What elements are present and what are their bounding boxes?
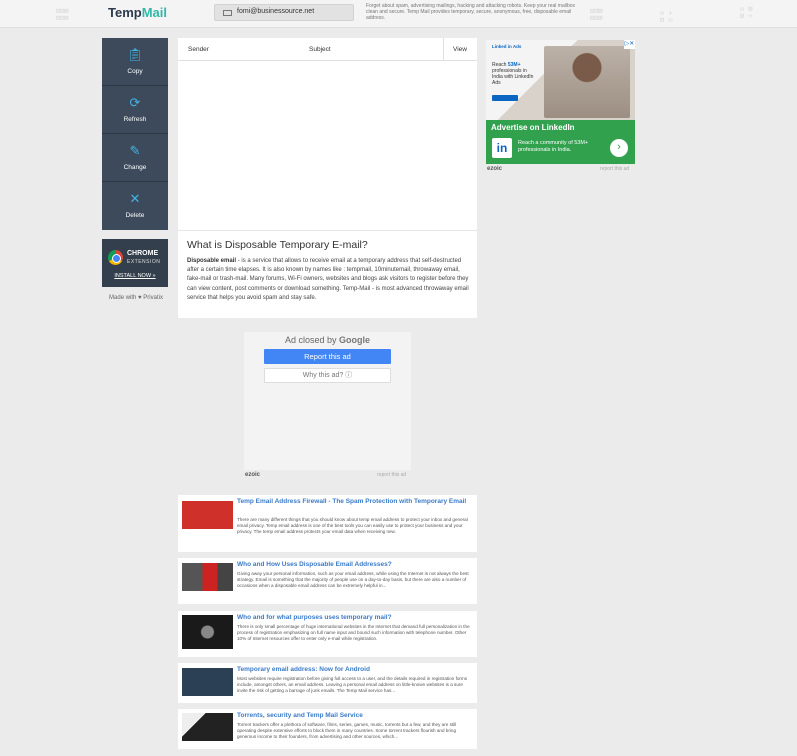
article-title[interactable]: Who and How Uses Disposable Email Addres… (237, 561, 472, 569)
column-divider (443, 38, 444, 61)
ad-image: Linked in Ads Reach 53M+ professionals i… (486, 40, 635, 120)
email-address-field[interactable]: fomi@businessource.net (214, 4, 354, 21)
info-body: - is a service that allows to receive em… (187, 258, 469, 301)
chrome-title: CHROME (127, 250, 159, 257)
column-sender: Sender (188, 46, 209, 53)
report-ad-link[interactable]: report this ad (377, 472, 406, 478)
email-value: fomi@businessource.net (237, 8, 315, 15)
edit-icon: ✎ (129, 143, 141, 158)
ad-headline: Advertise on LinkedIn (491, 123, 575, 132)
article-card[interactable]: Who and for what purposes uses temporary… (178, 611, 477, 657)
copy-label: Copy (127, 68, 143, 75)
ad-body-text: Reach a community of 53M+ professionals … (518, 140, 589, 153)
article-thumbnail (182, 668, 233, 696)
site-header: ⊡⊟⊠ ⊟⊡⊞ ⊡⊟⊠ ⊟⊡⊞ ✉ ✈ ⊟ ✉ ✉ ⊞ ⊡ ✈ TempMail fom… (0, 0, 797, 28)
clipboard-icon: 📋︎ (126, 47, 144, 62)
info-lead: Disposable email (187, 258, 237, 264)
article-excerpt: Giving away your personal information, s… (237, 571, 469, 588)
column-view: View (453, 46, 467, 53)
article-excerpt: Torrent trackers offer a plethora of sof… (237, 722, 457, 739)
change-button[interactable]: ✎ Change (102, 134, 168, 182)
delete-button[interactable]: ✕ Delete (102, 182, 168, 230)
article-card[interactable]: Temporary email address: Now for Android… (178, 663, 477, 703)
article-thumbnail (182, 501, 233, 529)
refresh-button[interactable]: ⟳ Refresh (102, 86, 168, 134)
doodle-decoration: ✉ ✈ ⊟ ✉ (660, 9, 673, 24)
install-now-link[interactable]: INSTALL NOW » (102, 273, 168, 279)
linkedin-logo-icon: in (492, 138, 512, 158)
ad-reach-text: Reach 53M+ professionals in India with L… (492, 62, 534, 86)
site-logo[interactable]: TempMail (108, 5, 167, 20)
article-excerpt: Most websites require registration befor… (237, 676, 468, 693)
action-sidebar: 📋︎ Copy ⟳ Refresh ✎ Change ✕ Delete (102, 38, 168, 230)
article-thumbnail (182, 563, 233, 591)
article-thumbnail (182, 713, 233, 741)
made-with-credit[interactable]: Made with ♥ Privatix (102, 295, 170, 301)
ad-mini-button (492, 95, 518, 101)
doodle-decoration: ✉ ⊞ ⊡ ✈ (740, 5, 753, 20)
article-title[interactable]: Temporary email address: Now for Android (237, 666, 472, 674)
article-card[interactable]: Temp Email Address Firewall - The Spam P… (178, 495, 477, 552)
inbox-header-row: Sender Subject View (178, 38, 477, 61)
article-excerpt: There are many different things that you… (237, 517, 468, 534)
linkedin-ad[interactable]: Linked in Ads Reach 53M+ professionals i… (486, 40, 635, 164)
ad-brand: Linked in Ads (492, 44, 522, 49)
column-subject: Subject (309, 46, 331, 53)
info-title: What is Disposable Temporary E-mail? (187, 239, 368, 251)
chrome-extension-banner[interactable]: CHROME EXTENSION INSTALL NOW » (102, 239, 168, 287)
article-card[interactable]: Torrents, security and Temp Mail Service… (178, 709, 477, 749)
why-this-ad-button[interactable]: Why this ad? ⓘ (264, 368, 391, 383)
chrome-subtitle: EXTENSION (127, 259, 161, 265)
mail-icon (223, 10, 232, 16)
article-card[interactable]: Who and How Uses Disposable Email Addres… (178, 558, 477, 604)
article-title[interactable]: Temp Email Address Firewall - The Spam P… (237, 498, 472, 506)
ezoic-logo: ezoic (487, 166, 503, 172)
report-ad-link[interactable]: report this ad (600, 166, 629, 172)
chrome-icon (108, 250, 123, 265)
info-text: Disposable email - is a service that all… (187, 257, 469, 303)
ad-photo (544, 46, 630, 118)
copy-button[interactable]: 📋︎ Copy (102, 38, 168, 86)
closed-ad-box: Ad closed by Google Report this ad Why t… (244, 332, 411, 470)
chevron-right-icon[interactable]: › (610, 139, 628, 157)
ezoic-logo: ezoic (245, 472, 261, 478)
ad-caption: Advertise on LinkedIn in Reach a communi… (486, 120, 635, 164)
info-section: What is Disposable Temporary E-mail? Dis… (178, 230, 477, 318)
doodle-decoration: ⊡⊟⊠ ⊟⊡⊞ (56, 7, 69, 22)
doodle-decoration: ⊡⊟⊠ ⊟⊡⊞ (590, 7, 603, 22)
ad-closed-text: Ad closed by Google (284, 335, 371, 345)
article-title[interactable]: Torrents, security and Temp Mail Service (237, 712, 472, 720)
header-tagline: Forget about spam, advertising mailings,… (366, 3, 576, 21)
logo-main: Temp (108, 5, 142, 20)
logo-accent: Mail (141, 5, 168, 20)
change-label: Change (123, 164, 147, 171)
adchoices-close-icon[interactable]: ▷✕ (624, 40, 635, 49)
refresh-icon: ⟳ (129, 95, 141, 110)
article-title[interactable]: Who and for what purposes uses temporary… (237, 614, 472, 622)
close-icon: ✕ (129, 191, 141, 206)
report-this-ad-button[interactable]: Report this ad (264, 349, 391, 364)
delete-label: Delete (125, 212, 145, 219)
article-excerpt: There is only small percentage of huge i… (237, 624, 470, 641)
inbox-table: Sender Subject View (178, 38, 477, 230)
article-thumbnail (182, 615, 233, 649)
refresh-label: Refresh (123, 116, 147, 123)
